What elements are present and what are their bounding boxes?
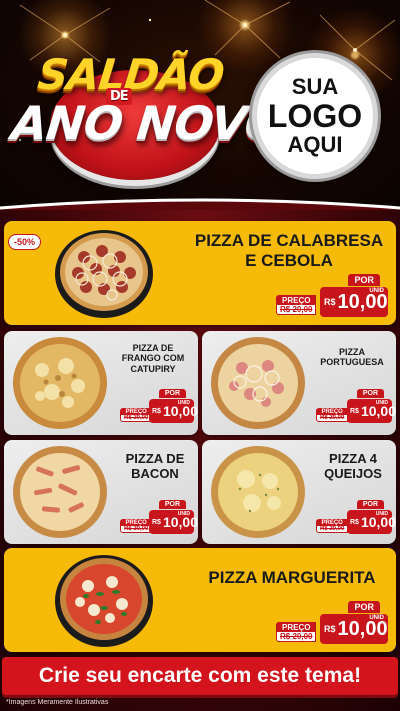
old-price: R$ 20,00 xyxy=(320,526,345,532)
flyer: SALDÃO DE ANO NOVO SUA LOGO AQUI -50% PI… xyxy=(0,0,400,711)
product-name: PIZZA DE FRANGO COM CATUPIRY xyxy=(121,343,185,374)
product-name-line-1: PIZZA 4 xyxy=(329,451,377,466)
current-price: R$ 10,00 UNID xyxy=(149,510,198,534)
unit-label: UNID xyxy=(375,400,388,406)
old-price-box: PREÇO R$ 20,00 xyxy=(120,519,153,533)
product-name: PIZZA MARGUERITA xyxy=(208,568,376,587)
current-price: R$ 10,00 UNID xyxy=(347,399,396,423)
product-card-portuguesa[interactable]: PIZZA PORTUGUESA POR PREÇO R$ 20,00 R$ 1… xyxy=(202,331,396,435)
por-label: POR xyxy=(348,601,380,613)
currency: R$ xyxy=(152,518,161,526)
product-card-calabresa[interactable]: -50% PIZZA DE CALABRESA E CEBOLA POR PRE… xyxy=(4,221,396,325)
logo-text-3: AQUI xyxy=(287,132,343,157)
product-card-marguerita[interactable]: PIZZA MARGUERITA POR PREÇO R$ 20,00 R$ 1… xyxy=(4,548,396,652)
currency: R$ xyxy=(324,624,336,634)
product-name-line-1: PIZZA DE CALABRESA xyxy=(194,231,384,250)
currency: R$ xyxy=(350,407,359,415)
discount-badge: -50% xyxy=(8,234,42,250)
product-name: PIZZA DE CALABRESA E CEBOLA xyxy=(194,231,384,270)
product-name-line-2: E CEBOLA xyxy=(245,250,333,270)
price-tag: POR PREÇO R$ 20,00 R$ 10,00 UNID xyxy=(316,389,396,423)
unit-label: UNID xyxy=(375,511,388,517)
old-price-box: PREÇO R$ 20,00 xyxy=(316,519,349,533)
pizza-calabresa-image xyxy=(55,230,153,318)
disclaimer: *Imagens Meramente Ilustrativas xyxy=(6,699,109,706)
pizza-bacon-image xyxy=(13,446,107,538)
logo-text-2: LOGO xyxy=(267,98,363,134)
unit-label: UNID xyxy=(177,511,190,517)
current-price: R$ 10,00 UNID xyxy=(347,510,396,534)
title-line-2: ANO NOVO xyxy=(9,96,286,150)
old-price-box: PREÇO R$ 20,00 xyxy=(120,408,153,422)
old-price: R$ 20,00 xyxy=(320,415,345,421)
price-tag: POR PREÇO R$ 20,00 R$ 10,00 UNID xyxy=(316,500,396,534)
por-label: POR xyxy=(356,500,384,509)
por-label: POR xyxy=(348,274,380,286)
price-tag: POR PREÇO R$ 20,00 R$ 10,00 UNID xyxy=(120,389,198,423)
preco-label: PREÇO xyxy=(277,623,316,632)
product-name: PIZZA PORTUGUESA xyxy=(320,347,384,368)
product-name-line-1: PIZZA DE xyxy=(125,451,185,466)
old-price-box: PREÇO R$ 20,00 xyxy=(276,622,317,642)
preco-label: PREÇO xyxy=(277,296,316,305)
price-tag: POR PREÇO R$ 20,00 R$ 10,00 UNID xyxy=(120,500,198,534)
old-price-box: PREÇO R$ 20,00 xyxy=(276,295,317,315)
price-tag: POR PREÇO R$ 20,00 R$ 10,00 UNID xyxy=(276,274,388,317)
logo-placeholder: SUA LOGO AQUI xyxy=(252,53,378,179)
old-price: R$ 20,00 xyxy=(280,305,313,314)
promo-title: SALDÃO DE ANO NOVO xyxy=(9,40,286,190)
unit-label: UNID xyxy=(369,288,384,294)
product-name-line-2: BACON xyxy=(131,465,179,481)
currency: R$ xyxy=(152,407,161,415)
price-tag: POR PREÇO R$ 20,00 R$ 10,00 UNID xyxy=(276,601,388,644)
old-price: R$ 20,00 xyxy=(124,526,149,532)
product-name: PIZZA 4 QUEIJOS xyxy=(314,451,392,482)
pizza-frango-image xyxy=(13,337,107,429)
current-price: R$ 10,00 UNID xyxy=(320,287,388,317)
unit-label: UNID xyxy=(369,615,384,621)
unit-label: UNID xyxy=(177,400,190,406)
pizza-portuguesa-image xyxy=(211,337,305,429)
currency: R$ xyxy=(350,518,359,526)
product-name: PIZZA DE BACON xyxy=(116,451,194,482)
currency: R$ xyxy=(324,297,336,307)
por-label: POR xyxy=(356,389,384,398)
create-flyer-button[interactable]: Crie seu encarte com este tema! xyxy=(2,657,398,695)
pizza-4-queijos-image xyxy=(211,446,305,538)
old-price-box: PREÇO R$ 20,00 xyxy=(316,408,349,422)
product-card-bacon[interactable]: PIZZA DE BACON POR PREÇO R$ 20,00 R$ 10,… xyxy=(4,440,198,544)
por-label: POR xyxy=(158,500,186,509)
old-price: R$ 20,00 xyxy=(124,415,149,421)
header: SALDÃO DE ANO NOVO SUA LOGO AQUI xyxy=(0,0,400,210)
pizza-marguerita-image xyxy=(55,555,153,647)
header-divider xyxy=(0,198,400,210)
product-card-frango[interactable]: PIZZA DE FRANGO COM CATUPIRY POR PREÇO R… xyxy=(4,331,198,435)
por-label: POR xyxy=(158,389,186,398)
product-card-4-queijos[interactable]: PIZZA 4 QUEIJOS POR PREÇO R$ 20,00 R$ 10… xyxy=(202,440,396,544)
old-price: R$ 20,00 xyxy=(280,632,313,641)
current-price: R$ 10,00 UNID xyxy=(320,614,388,644)
current-price: R$ 10,00 UNID xyxy=(149,399,198,423)
logo-text-1: SUA xyxy=(291,74,339,99)
product-name-line-2: QUEIJOS xyxy=(324,465,382,481)
